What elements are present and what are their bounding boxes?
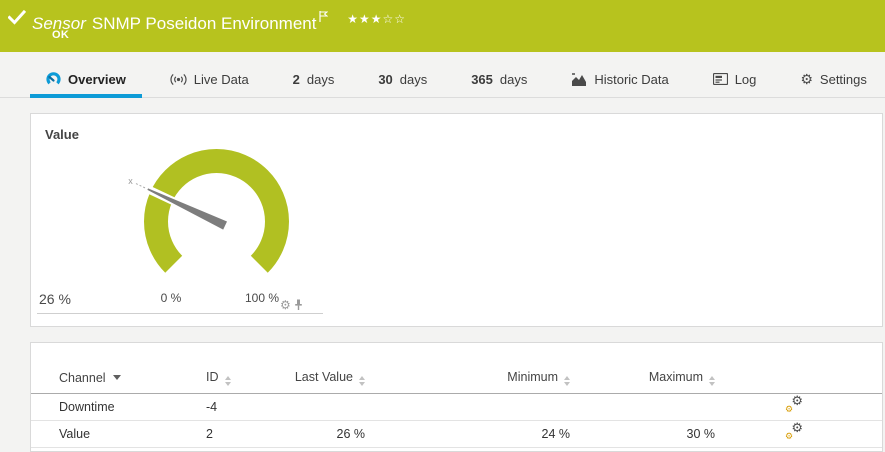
sort-updown-icon <box>224 375 231 386</box>
cell-channel[interactable]: Value <box>31 420 198 448</box>
column-header-minimum[interactable]: Minimum <box>371 363 576 394</box>
channel-settings-gears-icon[interactable]: ⚙ ⚙ <box>785 421 803 441</box>
tab-2-days-number: 2 <box>292 71 300 87</box>
tab-30-days[interactable]: 30 days <box>362 52 443 98</box>
cell-id: 2 <box>198 420 293 448</box>
tab-historic-data[interactable]: Historic Data <box>555 52 684 98</box>
page-title: Sensor SNMP Poseidon Environment ★★★☆☆ <box>32 6 406 35</box>
gauge-needle-marker-label: x <box>128 176 133 186</box>
tab-365-days-number: 365 <box>471 71 493 87</box>
sensor-name: SNMP Poseidon Environment <box>91 14 317 33</box>
tab-settings[interactable]: ⚙ Settings <box>784 52 883 98</box>
column-header-maximum[interactable]: Maximum <box>576 363 721 394</box>
gauge-settings-gear-icon[interactable]: ⚙ <box>280 299 291 311</box>
cell-maximum <box>576 393 721 421</box>
sort-descending-icon <box>112 374 121 380</box>
cell-minimum <box>371 393 576 421</box>
gear-icon: ⚙ <box>800 71 813 87</box>
gauge-scale-min-label: 0 % <box>160 291 182 305</box>
cell-maximum: 30 % <box>576 420 721 448</box>
status-ok-check-icon <box>8 10 26 25</box>
tab-log-label: Log <box>734 71 757 87</box>
sort-updown-icon <box>359 375 365 386</box>
tab-2-days[interactable]: 2 days <box>277 52 351 98</box>
channel-table-header-row: Channel ID Last Value Minimum Maximum <box>31 363 882 394</box>
status-badge: OK <box>52 29 70 41</box>
tab-overview-label: Overview <box>68 71 126 87</box>
column-header-id[interactable]: ID <box>198 363 293 394</box>
pin-graph-icon[interactable] <box>294 299 303 311</box>
cell-minimum: 24 % <box>371 420 576 448</box>
cell-last-value: 26 % <box>293 420 371 448</box>
tab-live-data-label: Live Data <box>193 71 249 87</box>
cell-last-value <box>293 393 371 421</box>
area-chart-icon <box>571 72 587 86</box>
tab-2-days-label: days <box>306 71 335 87</box>
tab-bar: Overview Live Data 2 days 30 days 365 da… <box>0 52 885 98</box>
table-row-downtime: Downtime -4 ⚙ ⚙ <box>31 393 882 421</box>
flag-icon[interactable] <box>319 11 329 22</box>
cell-channel[interactable]: Downtime <box>31 393 198 421</box>
log-icon <box>712 73 728 85</box>
tab-overview[interactable]: Overview <box>30 52 142 98</box>
channels-panel: Channel ID Last Value Minimum Maximum Do… <box>30 342 883 452</box>
channel-settings-gears-icon[interactable]: ⚙ ⚙ <box>785 394 803 414</box>
cell-id: -4 <box>198 393 293 421</box>
sensor-status-bar: Sensor SNMP Poseidon Environment ★★★☆☆ OK <box>0 0 885 52</box>
gauge-panel: Value x 0 % 100 % 26 % ⚙ <box>30 113 883 327</box>
gauge-underline-divider <box>37 313 323 314</box>
tab-settings-label: Settings <box>819 71 867 87</box>
tab-historic-data-label: Historic Data <box>594 71 669 87</box>
column-header-last-value[interactable]: Last Value <box>293 363 371 394</box>
gauge-arc <box>144 149 289 273</box>
column-header-channel[interactable]: Channel <box>31 363 198 394</box>
value-gauge-chart: x <box>128 149 289 273</box>
tab-30-days-number: 30 <box>378 71 393 87</box>
tab-log[interactable]: Log <box>697 52 773 98</box>
channel-table: Channel ID Last Value Minimum Maximum Do… <box>31 363 882 448</box>
column-header-actions <box>721 363 882 394</box>
priority-stars[interactable]: ★★★☆☆ <box>347 8 406 30</box>
sort-updown-icon <box>709 375 715 386</box>
tab-365-days[interactable]: 365 days <box>455 52 543 98</box>
table-row-value: Value 2 26 % 24 % 30 % ⚙ ⚙ <box>31 420 882 448</box>
tab-live-data[interactable]: Live Data <box>154 52 265 98</box>
broadcast-icon <box>170 73 187 86</box>
gauge-icon <box>46 72 61 86</box>
sort-updown-icon <box>564 375 570 386</box>
tab-365-days-label: days <box>499 71 528 87</box>
gauge-current-value: 26 % <box>39 291 71 307</box>
tab-30-days-label: days <box>399 71 428 87</box>
